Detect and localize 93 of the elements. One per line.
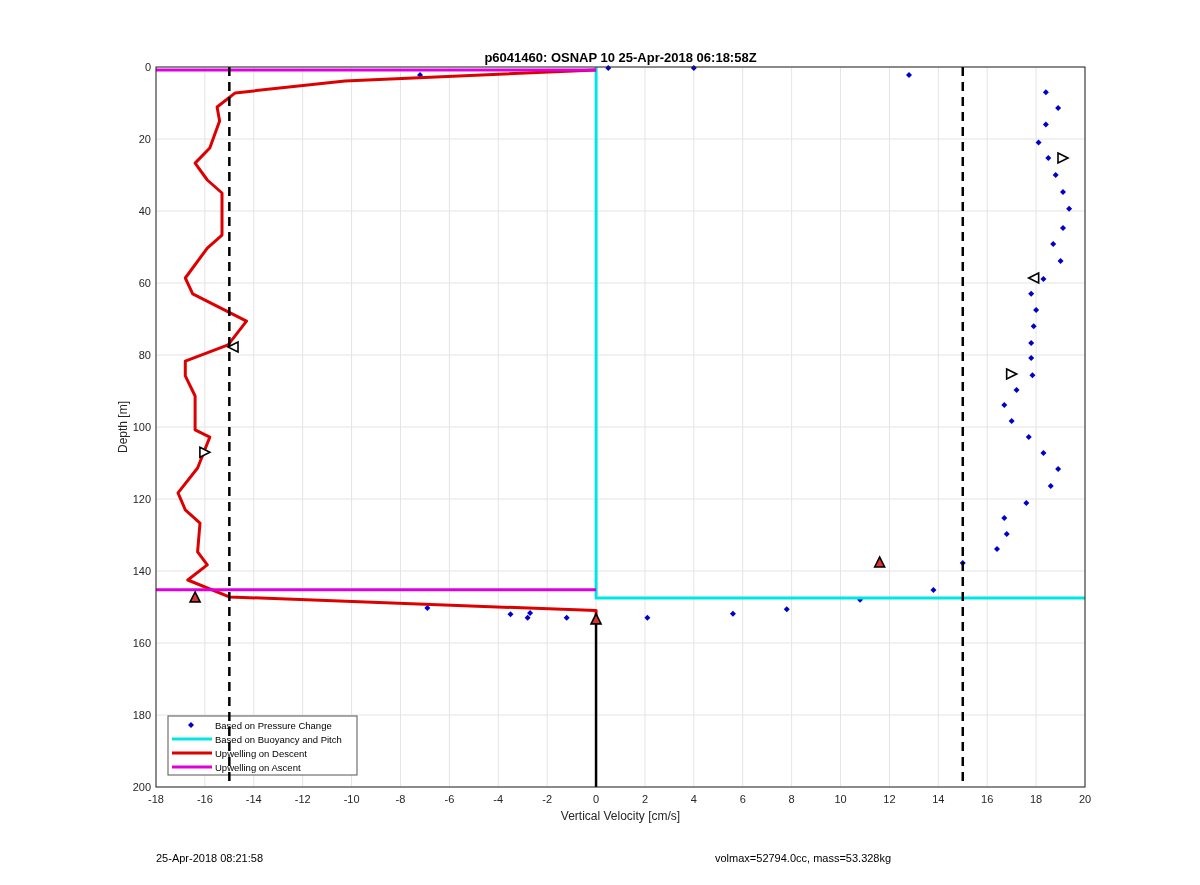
data-point [1040, 276, 1047, 283]
y-tick-label: 120 [132, 493, 151, 505]
chart-title: p6041460: OSNAP 10 25-Apr-2018 06:18:58Z [484, 50, 757, 65]
data-point [1028, 340, 1035, 347]
data-point [417, 71, 424, 78]
data-point [1060, 188, 1066, 195]
data-point [1045, 155, 1052, 162]
x-tick-label: -8 [395, 793, 406, 805]
data-point [906, 71, 912, 78]
y-tick-label: 0 [144, 61, 151, 73]
triangle-marker [1005, 367, 1019, 381]
legend-label: Based on Buoyancy and Pitch [215, 733, 342, 745]
data-point [1042, 121, 1049, 128]
data-point [1025, 434, 1032, 441]
data-point [959, 560, 966, 567]
data-point [1055, 105, 1062, 112]
triangle-marker [1026, 271, 1040, 285]
x-tick-label: 4 [690, 793, 697, 805]
legend-label: Based on Pressure Change [215, 719, 332, 731]
x-tick-label: 14 [932, 793, 945, 805]
data-point [729, 610, 736, 617]
volume-mass-text: volmax=52794.0cc, mass=53.328kg [715, 852, 892, 864]
x-tick-label: -4 [493, 793, 504, 805]
data-point [1003, 530, 1010, 537]
y-tick-label: 140 [132, 565, 151, 577]
data-point [1042, 89, 1049, 96]
data-point [1028, 290, 1035, 297]
timestamp-text: 25-Apr-2018 08:21:58 [156, 852, 264, 864]
triangle-marker [199, 445, 212, 459]
data-point [1057, 258, 1064, 265]
data-point [1013, 386, 1020, 393]
data-point [605, 65, 612, 72]
data-point [563, 614, 570, 621]
x-tick-label: -16 [196, 793, 213, 805]
y-tick-label: 60 [138, 277, 151, 289]
data-point [424, 605, 431, 612]
x-tick-label: -12 [294, 793, 311, 805]
triangle-marker [873, 555, 886, 568]
data-point [1028, 354, 1035, 361]
x-tick-label: -2 [542, 793, 553, 805]
data-point [1001, 402, 1008, 409]
triangle-marker [188, 590, 202, 603]
data-point [994, 546, 1000, 553]
x-tick-label: 16 [981, 793, 994, 805]
legend-line-icon [172, 737, 212, 741]
y-tick-label: 40 [138, 205, 151, 217]
legend-label: Upwelling on Descent [215, 747, 307, 759]
x-tick-label: -18 [148, 793, 164, 805]
data-point [1033, 307, 1040, 313]
legend-point-icon [188, 722, 194, 728]
x-tick-label: 20 [1078, 793, 1092, 805]
y-tick-label: 80 [138, 349, 151, 361]
x-tick-label: 2 [641, 793, 648, 805]
x-tick-label: 0 [593, 793, 600, 805]
x-tick-label: 6 [739, 793, 746, 805]
legend-label: Upwelling on Ascent [215, 761, 301, 773]
data-point [690, 65, 697, 72]
x-tick-label: -6 [444, 793, 455, 805]
x-tick-label: 10 [834, 793, 847, 805]
y-tick-label: 100 [132, 421, 151, 433]
data-point [1055, 466, 1062, 473]
x-tick-label: 8 [788, 793, 795, 805]
data-point [1052, 172, 1059, 178]
triangle-marker [1057, 151, 1070, 165]
data-point [1050, 241, 1057, 248]
data-point [644, 614, 651, 621]
data-point [1008, 417, 1015, 424]
data-point [783, 606, 790, 613]
triangle-marker [589, 612, 603, 625]
data-point [1040, 449, 1047, 456]
triangle-marker [226, 340, 239, 354]
y-axis-label: Depth [m] [116, 401, 130, 453]
data-point [1060, 224, 1066, 231]
x-tick-label: 12 [883, 793, 896, 805]
data-point [1066, 205, 1073, 212]
data-point [1030, 323, 1037, 330]
x-tick-label: 18 [1030, 793, 1043, 805]
data-point [1001, 515, 1008, 522]
data-point [1029, 372, 1036, 379]
data-point [1023, 499, 1030, 506]
y-tick-label: 20 [138, 133, 151, 145]
y-tick-label: 180 [132, 709, 151, 721]
data-point [507, 611, 514, 618]
x-tick-label: -10 [343, 793, 360, 805]
data-point [930, 587, 937, 594]
legend-line-icon [172, 765, 212, 769]
data-point [1035, 139, 1042, 146]
data-point [1047, 483, 1054, 490]
x-axis-label: Vertical Velocity [cm/s] [560, 809, 681, 823]
legend-line-icon [172, 751, 212, 755]
x-tick-label: -14 [245, 793, 262, 805]
y-tick-label: 200 [132, 781, 151, 793]
y-tick-label: 160 [132, 637, 151, 649]
